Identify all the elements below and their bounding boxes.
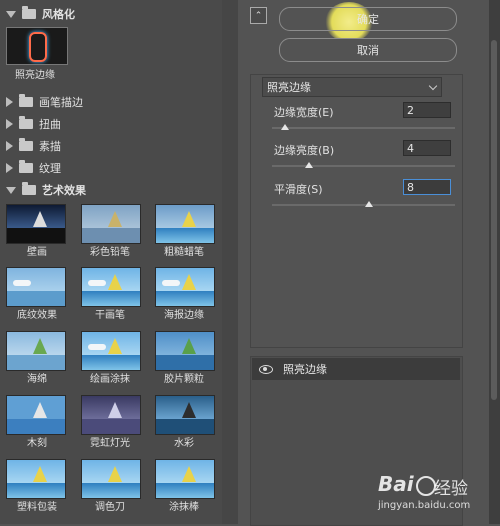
collapse-gallery-button[interactable]: ⌃ — [250, 7, 267, 24]
chevron-down-icon — [428, 81, 438, 91]
category-label: 素描 — [39, 140, 61, 153]
thumb-fresco[interactable] — [6, 204, 66, 244]
ok-button[interactable]: 确定 — [279, 7, 457, 31]
edge-brightness-label: 边缘亮度(B) — [274, 144, 335, 157]
edge-brightness-input[interactable]: 4 — [403, 140, 451, 156]
paw-icon — [416, 476, 436, 496]
category-label: 纹理 — [39, 162, 61, 175]
thumb-paint-daubs[interactable] — [81, 331, 141, 371]
thumb-label: 粗糙蜡笔 — [164, 247, 204, 258]
category-distort[interactable]: 扭曲 — [0, 113, 222, 135]
filter-select-value: 照亮边缘 — [267, 81, 311, 94]
folder-icon — [19, 160, 33, 173]
thumb-cutout[interactable] — [6, 395, 66, 435]
thumb-label: 水彩 — [174, 438, 194, 449]
folder-icon — [19, 116, 33, 129]
effect-layer-row[interactable]: 照亮边缘 — [252, 358, 460, 380]
thumb-label: 绘画涂抹 — [90, 374, 130, 385]
category-texture[interactable]: 纹理 — [0, 157, 222, 179]
thumb-label: 壁画 — [27, 247, 47, 258]
selected-filter-label: 照亮边缘 — [15, 70, 55, 81]
chevron-right-icon — [6, 163, 13, 173]
category-stylize[interactable]: 风格化 — [0, 3, 222, 25]
folder-icon — [22, 6, 36, 19]
thumb-plastic-wrap[interactable] — [6, 459, 66, 499]
smoothness-slider-knob[interactable] — [364, 201, 373, 207]
thumb-label: 海报边缘 — [164, 310, 204, 321]
watermark-logo: Bai — [378, 472, 414, 496]
edge-width-slider[interactable] — [272, 127, 455, 129]
category-sketch[interactable]: 素描 — [0, 135, 222, 157]
thumb-label: 涂抹棒 — [169, 502, 199, 513]
filter-select[interactable]: 照亮边缘 — [262, 77, 442, 97]
folder-icon — [19, 94, 33, 107]
scrollbar-thumb[interactable] — [491, 40, 497, 400]
category-label: 扭曲 — [39, 118, 61, 131]
panel-divider — [222, 0, 238, 524]
category-label: 画笔描边 — [39, 96, 83, 109]
edge-width-label: 边缘宽度(E) — [274, 106, 334, 119]
smoothness-label: 平滑度(S) — [274, 183, 323, 196]
edge-brightness-slider-knob[interactable] — [304, 162, 313, 168]
folder-icon — [22, 182, 36, 195]
edge-brightness-slider[interactable] — [272, 165, 455, 167]
edge-width-slider-knob[interactable] — [280, 124, 289, 130]
category-artistic[interactable]: 艺术效果 — [0, 179, 222, 201]
thumb-underpainting[interactable] — [6, 267, 66, 307]
watermark: Bai 经验 jingyan.baidu.com — [370, 470, 490, 520]
chevron-right-icon — [6, 119, 13, 129]
chevron-right-icon — [6, 141, 13, 151]
thumb-poster-edges[interactable] — [155, 267, 215, 307]
thumb-rough-pastels[interactable] — [155, 204, 215, 244]
thumb-label: 木刻 — [27, 438, 47, 449]
effect-layer-label: 照亮边缘 — [283, 363, 327, 376]
thumb-watercolor[interactable] — [155, 395, 215, 435]
smoothness-slider[interactable] — [272, 204, 455, 206]
folder-icon — [19, 138, 33, 151]
thumb-label: 塑料包装 — [17, 502, 57, 513]
selected-filter-thumbnail[interactable] — [6, 27, 68, 65]
thumb-label: 调色刀 — [95, 502, 125, 513]
thumb-label: 胶片颗粒 — [164, 374, 204, 385]
thumb-label: 霓虹灯光 — [90, 438, 130, 449]
thumb-dry-brush[interactable] — [81, 267, 141, 307]
edge-width-input[interactable]: 2 — [403, 102, 451, 118]
chevron-right-icon — [6, 97, 13, 107]
category-brush-strokes[interactable]: 画笔描边 — [0, 91, 222, 113]
smoothness-input[interactable]: 8 — [403, 179, 451, 195]
category-label: 风格化 — [42, 8, 75, 21]
watermark-text: 经验 — [434, 479, 468, 499]
chevron-up-icon: ⌃ — [254, 10, 263, 21]
thumb-label: 干画笔 — [95, 310, 125, 321]
cancel-button[interactable]: 取消 — [279, 38, 457, 62]
watermark-url: jingyan.baidu.com — [378, 500, 471, 511]
thumb-palette-knife[interactable] — [81, 459, 141, 499]
chevron-down-icon — [6, 10, 16, 18]
eye-icon[interactable] — [259, 364, 273, 374]
thumb-label: 彩色铅笔 — [90, 247, 130, 258]
category-label: 艺术效果 — [42, 184, 86, 197]
thumb-label: 海绵 — [27, 374, 47, 385]
thumb-smudge-stick[interactable] — [155, 459, 215, 499]
thumb-label: 底纹效果 — [17, 310, 57, 321]
thumb-neon-glow[interactable] — [81, 395, 141, 435]
chevron-down-icon — [6, 186, 16, 194]
thumb-film-grain[interactable] — [155, 331, 215, 371]
thumb-sponge[interactable] — [6, 331, 66, 371]
thumb-colored-pencil[interactable] — [81, 204, 141, 244]
